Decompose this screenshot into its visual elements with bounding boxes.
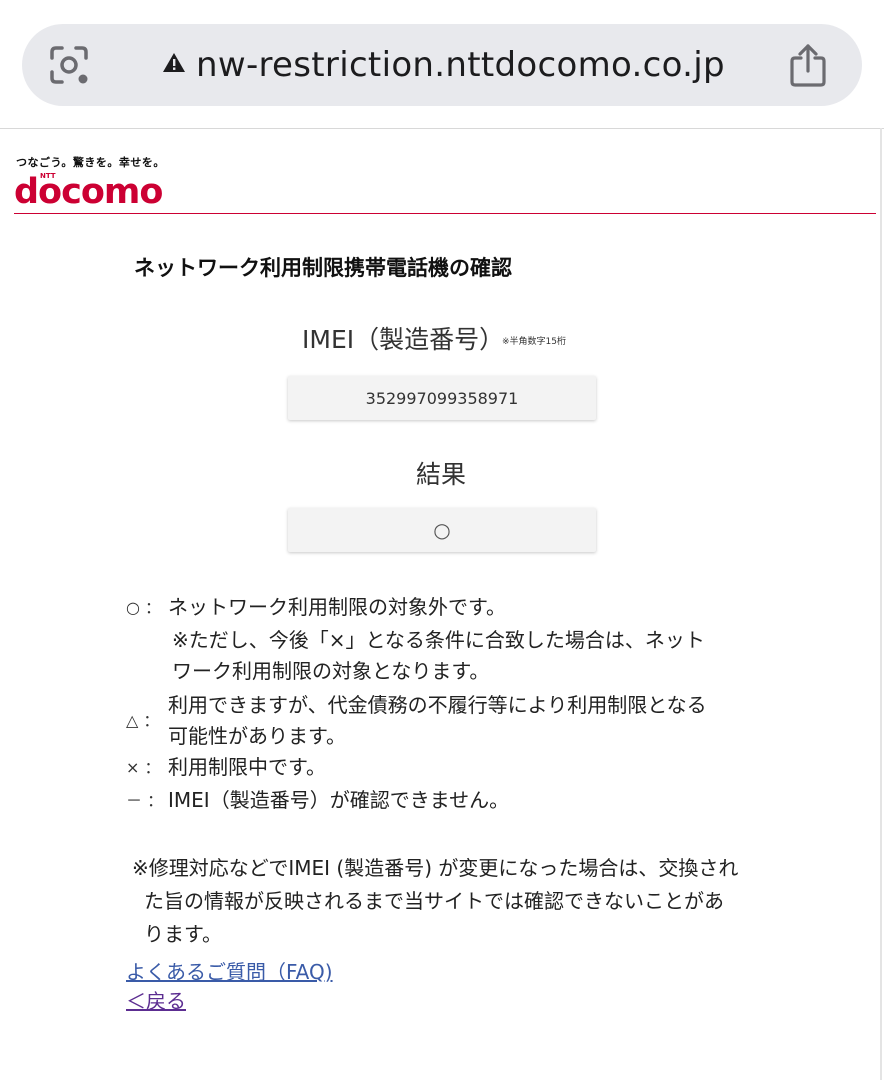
imei-field[interactable]: 352997099358971 [288,376,596,420]
legend-triangle-text: 利用できますが、代金債務の不履行等により利用制限となる 可能性があります。 [168,690,707,752]
legend-circle: ○ ： ネットワーク利用制限の対象外です。 ※ただし、今後「×」となる条件に合致… [126,592,705,687]
legend-triangle: △ ： 利用できますが、代金債務の不履行等により利用制限となる 可能性があります… [126,690,707,752]
camera-search-icon[interactable] [46,42,92,88]
note-line: ※修理対応などでIMEI (製造番号) が変更になった場合は、交換され [132,856,739,880]
legend-circle-line: ※ただし、今後「×」となる条件に合致した場合は、ネット [172,628,705,652]
cross-symbol: × ： [126,758,161,777]
legend-circle-text: ネットワーク利用制限の対象外です。 ※ただし、今後「×」となる条件に合致した場合… [168,592,705,687]
page-title: ネットワーク利用制限携帯電話機の確認 [134,256,512,280]
dash-symbol: － ： [126,791,164,810]
header-divider [14,213,876,214]
circle-symbol: ○ ： [126,598,162,617]
share-icon[interactable] [786,42,830,88]
result-field: ○ [288,508,596,552]
result-label: 結果 [416,460,467,489]
url-display[interactable]: nw-restriction.nttdocomo.co.jp [162,40,725,90]
legend-triangle-line: 利用できますが、代金債務の不履行等により利用制限となる [168,693,707,717]
docomo-logo[interactable]: docomo [14,172,163,212]
scroll-edge [880,128,882,1080]
url-text: nw-restriction.nttdocomo.co.jp [196,45,725,85]
legend-dash-text: IMEI（製造番号）が確認できません。 [168,788,510,812]
imei-label: IMEI（製造番号） [302,325,505,354]
imei-format-note: ※半角数字15桁 [502,337,566,347]
ntt-logo-mark: NTT [40,172,56,180]
legend-dash: － ： IMEI（製造番号）が確認できません。 [126,785,509,816]
legend-cross: × ： 利用制限中です。 [126,752,326,783]
warning-icon [162,51,186,79]
legend-circle-line: ワーク利用制限の対象となります。 [172,659,490,683]
logo-tagline: つなごう。驚きを。幸せを。 [16,156,165,169]
legend-circle-line: ネットワーク利用制限の対象外です。 [168,595,506,619]
faq-link[interactable]: よくあるご質問（FAQ) [126,956,333,985]
imei-change-note: ※修理対応などでIMEI (製造番号) が変更になった場合は、交換され た旨の情… [132,852,772,951]
back-link[interactable]: ＜戻る [126,985,186,1014]
toolbar-divider [0,128,884,129]
note-line: ります。 [144,922,222,946]
legend-cross-text: 利用制限中です。 [168,755,326,779]
note-line: た旨の情報が反映されるまで当サイトでは確認できないことがあ [144,889,724,913]
legend-triangle-line: 可能性があります。 [168,724,346,748]
triangle-symbol: △ ： [126,711,160,730]
